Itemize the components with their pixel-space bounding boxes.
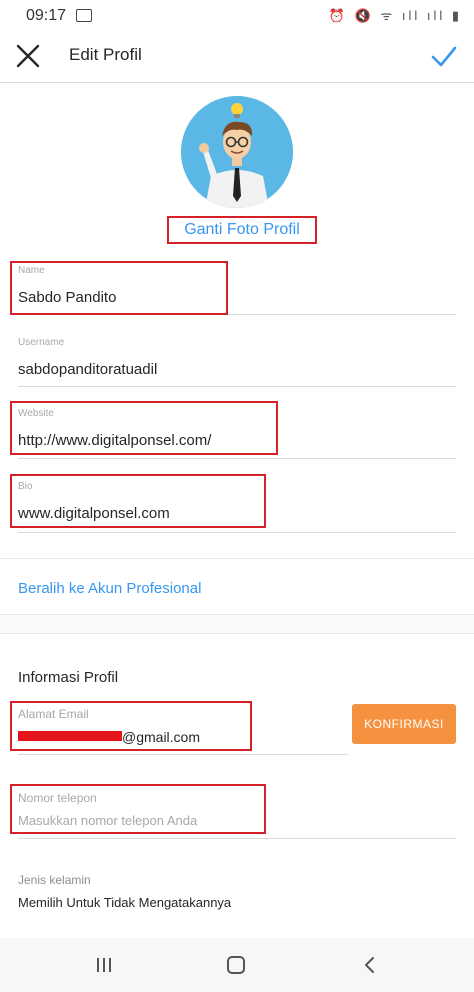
username-label: Username: [18, 337, 65, 348]
image-notification-icon: [76, 9, 92, 22]
page-title: Edit Profil: [69, 45, 142, 64]
gender-value[interactable]: Memilih Untuk Tidak Mengatakannya: [18, 895, 231, 910]
name-highlight-box: [10, 261, 228, 315]
profile-info-heading: Informasi Profil: [18, 669, 119, 686]
profile-avatar[interactable]: [181, 96, 293, 208]
status-icons: ⏰ 🔇 ᯤ ıll ıll ▮: [328, 8, 462, 23]
recent-apps-icon[interactable]: [95, 956, 113, 974]
back-icon[interactable]: [360, 955, 380, 975]
username-field[interactable]: Username sabdopanditoratuadil: [18, 334, 456, 390]
website-highlight-box: [10, 401, 278, 455]
gender-label: Jenis kelamin: [18, 873, 91, 887]
status-bar: 09:17 ⏰ 🔇 ᯤ ıll ıll ▮: [0, 0, 474, 30]
bio-highlight-box: [10, 474, 266, 528]
divider: [0, 633, 474, 634]
email-underline: [18, 754, 348, 755]
close-icon[interactable]: [12, 40, 44, 72]
phone-highlight-box: [10, 784, 266, 834]
username-value[interactable]: sabdopanditoratuadil: [18, 361, 157, 378]
app-bar: Edit Profil: [0, 30, 474, 83]
gender-field[interactable]: Jenis kelamin Memilih Untuk Tidak Mengat…: [18, 872, 456, 922]
bio-underline: [18, 532, 456, 533]
email-highlight-box: [10, 701, 252, 751]
status-time: 09:17: [26, 7, 67, 24]
home-icon[interactable]: [227, 956, 245, 974]
change-profile-photo-button[interactable]: Ganti Foto Profil: [167, 216, 317, 244]
switch-professional-link[interactable]: Beralih ke Akun Profesional: [18, 580, 201, 597]
phone-underline: [18, 838, 456, 839]
website-underline: [18, 458, 456, 459]
divider: [0, 558, 474, 559]
checkmark-icon[interactable]: [428, 40, 460, 72]
avatar-illustration-icon: [181, 96, 293, 208]
confirm-email-button[interactable]: KONFIRMASI: [352, 704, 456, 744]
username-underline: [18, 386, 456, 387]
section-gap: [0, 615, 474, 633]
